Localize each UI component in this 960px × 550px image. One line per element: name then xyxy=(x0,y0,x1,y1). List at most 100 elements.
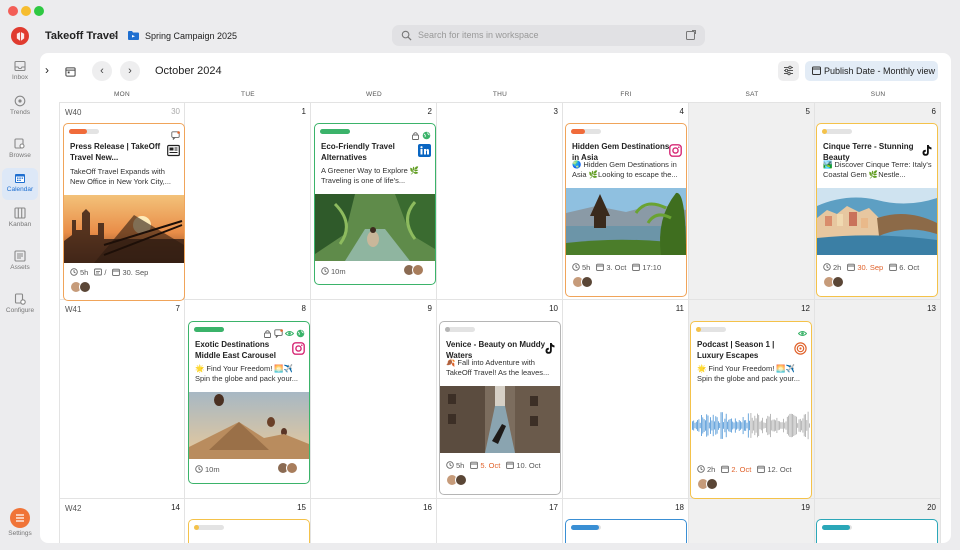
day-number: 3 xyxy=(553,107,558,116)
comment-icon xyxy=(171,127,180,145)
weekday-header: TUE xyxy=(241,91,255,98)
minimize-window-button[interactable] xyxy=(21,6,31,16)
browse-icon xyxy=(14,138,25,149)
card-media xyxy=(189,392,309,459)
clock-icon xyxy=(446,461,456,470)
assignee-avatars[interactable] xyxy=(823,276,853,288)
search-input[interactable]: Search for items in workspace xyxy=(418,30,539,40)
assignee-avatars[interactable] xyxy=(697,478,727,490)
view-selector[interactable]: Publish Date - Monthly view xyxy=(805,61,938,81)
settings-button[interactable] xyxy=(10,508,30,528)
assignee-avatars[interactable] xyxy=(446,474,476,486)
day-number: 20 xyxy=(927,503,936,512)
clock-icon xyxy=(823,263,833,272)
post-card[interactable]: Venice - Beauty on Muddy Waters 🍂 Fall in… xyxy=(439,321,561,495)
post-card[interactable]: Hidden Gem Destinations in Asia 🌏 Hidden … xyxy=(565,123,687,297)
assignee-avatars[interactable] xyxy=(277,462,307,474)
calendar-day-cell[interactable]: 5 xyxy=(689,102,815,300)
card-media xyxy=(691,392,811,459)
clock-icon xyxy=(70,268,80,277)
card-media xyxy=(440,386,560,453)
status-indicator xyxy=(445,327,475,332)
nav-item-browse[interactable]: Browse xyxy=(2,134,38,166)
card-meta: 10m xyxy=(195,465,220,474)
day-number: 8 xyxy=(301,304,306,313)
post-card[interactable] xyxy=(565,519,687,543)
card-media xyxy=(315,194,435,261)
nav-item-trends[interactable]: Trends xyxy=(2,91,38,123)
today-button[interactable] xyxy=(60,61,80,81)
globe-icon xyxy=(422,127,431,145)
card-excerpt: A Greener Way to Explore 🌿 Traveling is … xyxy=(321,166,420,185)
prev-month-button[interactable]: ‹ xyxy=(92,61,112,81)
post-card[interactable]: Eco-Friendly Travel Alternatives A Greene… xyxy=(314,123,436,285)
close-window-button[interactable] xyxy=(8,6,18,16)
nav-item-assets[interactable]: Assets xyxy=(2,246,38,278)
new-window-icon[interactable] xyxy=(686,30,696,40)
next-month-button[interactable]: › xyxy=(120,61,140,81)
post-card[interactable] xyxy=(188,519,310,543)
avatar xyxy=(455,474,467,486)
assignee-avatars[interactable] xyxy=(572,276,602,288)
meta-item: 2. Oct xyxy=(721,465,751,474)
calendar-day-cell[interactable]: 17 xyxy=(437,499,563,543)
nav-label: Kanban xyxy=(8,221,32,228)
nav-item-calendar[interactable]: Calendar xyxy=(2,168,38,200)
card-excerpt: 🌟 Find Your Freedom! 🌅✈️ Spin the globe … xyxy=(195,364,298,383)
card-media xyxy=(817,188,937,255)
card-meta: 10m xyxy=(321,267,346,276)
day-number: 9 xyxy=(427,304,432,313)
calendar-day-cell[interactable]: 1 xyxy=(185,102,311,300)
calendar-day-cell[interactable]: W42 14 xyxy=(59,499,185,543)
day-number: 10 xyxy=(549,304,558,313)
card-excerpt: TakeOff Travel Expands with New Office i… xyxy=(70,167,172,186)
assets-icon xyxy=(14,250,26,262)
card-excerpt: 🌏 Hidden Gem Destinations in Asia 🌿Looki… xyxy=(572,160,678,179)
post-card[interactable]: Podcast | Season 1 | Luxury Escapes 🌟 Fin… xyxy=(690,321,812,499)
app-logo-icon[interactable] xyxy=(11,27,29,45)
calendar-day-cell[interactable]: 3 xyxy=(437,102,563,300)
clock-icon xyxy=(572,263,582,272)
assignee-avatars[interactable] xyxy=(403,264,433,276)
card-meta: 5h 5. Oct 10. Oct xyxy=(446,461,541,470)
breadcrumb-workspace[interactable]: Takeoff Travel xyxy=(45,30,118,42)
calendar-day-cell[interactable]: W41 7 xyxy=(59,300,185,499)
avatar xyxy=(706,478,718,490)
post-card[interactable]: Cinque Terre - Stunning Beauty 🏞️ Discove… xyxy=(816,123,938,297)
status-indicator xyxy=(571,129,601,134)
avatar xyxy=(832,276,844,288)
week-number: W40 xyxy=(65,108,82,117)
nav-item-kanban[interactable]: Kanban xyxy=(2,203,38,235)
app-header: Takeoff Travel › Spring Campaign 2025 Se… xyxy=(0,22,960,52)
status-indicator xyxy=(320,129,350,134)
status-indicator xyxy=(69,129,99,134)
calendar-icon xyxy=(506,461,516,470)
filter-button[interactable] xyxy=(778,61,799,81)
week-number: W41 xyxy=(65,305,82,314)
status-indicator xyxy=(696,327,726,332)
calendar-icon xyxy=(847,263,857,272)
post-card[interactable]: Exotic Destinations Middle East Carousel… xyxy=(188,321,310,484)
assignee-avatars[interactable] xyxy=(70,281,100,293)
globe-icon xyxy=(296,325,305,343)
calendar-day-cell[interactable]: 16 xyxy=(311,499,437,543)
search-bar[interactable]: Search for items in workspace xyxy=(392,25,705,46)
calendar-day-cell[interactable]: 13 xyxy=(815,300,941,499)
breadcrumb-campaign[interactable]: Spring Campaign 2025 xyxy=(145,31,237,41)
nav-item-configure[interactable]: Configure xyxy=(2,289,38,321)
weekday-header: MON xyxy=(113,91,131,98)
calendar-day-cell[interactable]: 11 xyxy=(563,300,689,499)
day-number: 1 xyxy=(301,107,306,116)
chevron-right-icon: › xyxy=(128,65,132,77)
post-card[interactable] xyxy=(816,519,938,543)
avatar xyxy=(581,276,593,288)
post-card[interactable]: Press Release | TakeOff Travel New... Tak… xyxy=(63,123,185,301)
calendar-day-cell[interactable]: 19 xyxy=(689,499,815,543)
expand-sidebar-button[interactable]: › xyxy=(40,60,54,80)
card-meta: 5h / 30. Sep xyxy=(70,268,148,277)
zoom-window-button[interactable] xyxy=(34,6,44,16)
card-title: Podcast | Season 1 | Luxury Escapes xyxy=(697,340,775,360)
nav-label: Trends xyxy=(10,109,30,116)
nav-item-inbox[interactable]: Inbox xyxy=(2,56,38,88)
calendar-day-cell[interactable]: 9 xyxy=(311,300,437,499)
